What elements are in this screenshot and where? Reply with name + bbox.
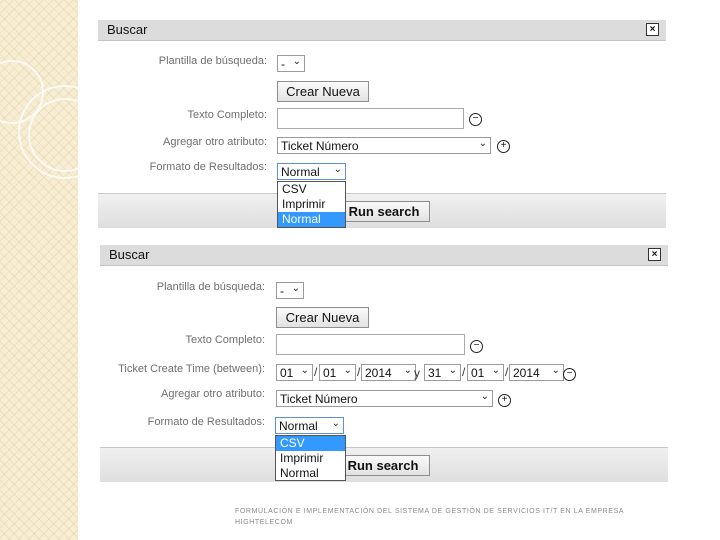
decorative-side-pattern [0,0,112,540]
create-new-button[interactable]: Crear Nueva [276,307,369,328]
fulltext-input[interactable] [276,334,465,355]
add-icon[interactable]: + [497,140,510,153]
start-month-value: 01 [323,366,337,380]
remove-icon[interactable]: − [563,368,576,381]
add-attribute-label: Agregar otro atributo: [161,388,265,400]
add-attribute-value: Ticket Número [281,139,359,153]
date-separator: / [357,365,361,379]
template-select-value: - [280,284,284,298]
panel-header: Buscar × [100,245,668,266]
chevron-down-icon: ⌄ [403,365,412,376]
chevron-down-icon: ⌄ [478,138,487,149]
fulltext-label: Texto Completo: [185,334,265,346]
end-day-value: 31 [428,366,442,380]
chevron-down-icon: ⌄ [343,365,352,376]
format-option-normal[interactable]: Normal [278,212,345,227]
panel-title: Buscar [107,22,148,37]
chevron-down-icon: ⌄ [491,365,500,376]
chevron-down-icon: ⌄ [333,164,342,175]
date-separator: / [505,365,509,379]
close-icon[interactable]: × [648,248,661,261]
start-year-value: 2014 [365,366,392,380]
end-month-select[interactable]: 01 ⌄ [467,364,504,381]
format-select[interactable]: Normal ⌄ [275,417,344,434]
fulltext-label: Texto Completo: [187,109,267,121]
start-day-value: 01 [280,366,294,380]
action-bar: Run search [98,193,666,228]
format-label: Formato de Resultados: [149,161,267,173]
format-option-csv[interactable]: CSV [278,182,345,197]
format-option-normal[interactable]: Normal [276,466,345,481]
template-select[interactable]: - ⌄ [277,55,305,72]
remove-icon[interactable]: − [469,113,482,126]
format-select-value: Normal [279,419,318,433]
run-search-button[interactable]: Run search [336,455,430,476]
end-year-value: 2014 [513,366,540,380]
panel-header: Buscar × [98,20,666,41]
search-panel-2: Buscar × Plantilla de búsqueda: - ⌄ Crear… [100,245,668,482]
start-year-select[interactable]: 2014 ⌄ [361,364,416,381]
chevron-down-icon: ⌄ [480,391,489,402]
template-label: Plantilla de búsqueda: [158,55,267,67]
format-option-imprimir[interactable]: Imprimir [278,197,345,212]
format-dropdown-list: CSV Imprimir Normal [277,181,346,228]
format-option-csv[interactable]: CSV [276,436,345,451]
format-label: Formato de Resultados: [147,416,265,428]
search-panel-1: Buscar × Plantilla de búsqueda: - ⌄ Crear… [98,20,666,228]
chevron-down-icon: ⌄ [291,283,300,294]
run-search-button[interactable]: Run search [338,201,430,222]
end-year-select[interactable]: 2014 ⌄ [509,364,564,381]
format-option-imprimir[interactable]: Imprimir [276,451,345,466]
create-time-label: Ticket Create Time (between): [118,363,265,375]
end-month-value: 01 [471,366,485,380]
fulltext-input[interactable] [277,108,464,129]
footer-caption: FORMULACIÓN E IMPLEMENTACIÓN DEL SISTEMA… [235,508,624,526]
add-attribute-select[interactable]: Ticket Número ⌄ [277,137,491,154]
add-attribute-value: Ticket Número [280,392,358,406]
end-day-select[interactable]: 31 ⌄ [424,364,461,381]
chevron-down-icon: ⌄ [331,418,340,429]
format-dropdown-list: CSV Imprimir Normal [275,435,346,481]
format-select[interactable]: Normal ⌄ [277,163,346,180]
add-icon[interactable]: + [498,394,511,407]
start-day-select[interactable]: 01 ⌄ [276,364,313,381]
format-select-value: Normal [281,165,320,179]
action-bar: Run search [100,447,668,482]
between-label: y [414,366,420,380]
add-attribute-select[interactable]: Ticket Número ⌄ [276,390,493,407]
create-new-button[interactable]: Crear Nueva [277,81,369,102]
add-attribute-label: Agregar otro atributo: [163,136,267,148]
chevron-down-icon: ⌄ [448,365,457,376]
template-select-value: - [281,57,285,71]
decorative-circle [28,98,102,172]
panel-title: Buscar [109,247,150,262]
chevron-down-icon: ⌄ [551,365,560,376]
chevron-down-icon: ⌄ [300,365,309,376]
remove-icon[interactable]: − [470,340,483,353]
date-separator: / [462,365,466,379]
start-month-select[interactable]: 01 ⌄ [319,364,356,381]
close-icon[interactable]: × [646,23,659,36]
template-select[interactable]: - ⌄ [276,282,304,299]
date-separator: / [314,365,318,379]
chevron-down-icon: ⌄ [292,56,301,67]
template-label: Plantilla de búsqueda: [156,281,265,293]
